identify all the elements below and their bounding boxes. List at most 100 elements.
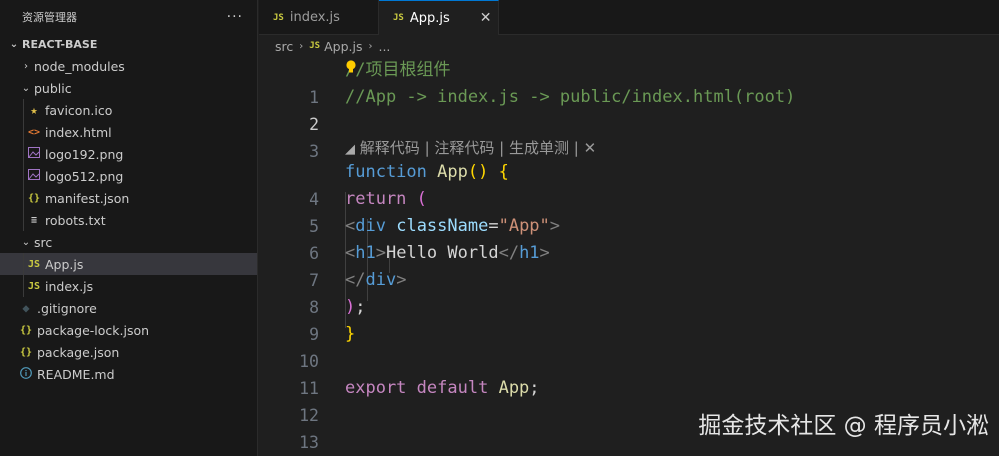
code-line: 10 [259,321,319,371]
comment-line-2: //App -> index.js -> public/index.html(r… [345,87,796,107]
comment-code-button[interactable]: 注释代码 [434,139,494,157]
line-number: 13 [299,433,319,452]
tree-item-label: README.md [37,366,115,382]
html-icon: <> [27,126,41,138]
json-icon: {} [27,192,41,204]
code-content: ); [345,297,366,317]
code-line: 9 [259,294,319,344]
code-editor[interactable]: 1 //项目根组件 2 //App -> index.js -> public/… [259,57,999,456]
code-line: 13 [259,402,319,452]
tree-item-public[interactable]: ⌄ public [0,77,257,99]
tree-item-label: public [34,80,72,96]
tree-item-index-js[interactable]: JS index.js [0,275,257,297]
tree-item-src[interactable]: ⌄ src [0,231,257,253]
code-function-name: App [437,162,468,182]
code-keyword: function [345,162,427,182]
tree-item-label: src [34,234,53,250]
ai-assistant-icon: ◢ [345,142,355,157]
breadcrumb: src › JS App.js › ... [259,35,999,57]
tree-item-logo192[interactable]: logo192.png [0,143,257,165]
js-icon: JS [27,280,41,292]
lens-separator: | [494,139,509,157]
chevron-right-icon: › [24,60,28,72]
lightbulb-icon[interactable] [345,59,357,75]
chevron-down-icon: ⌄ [21,82,31,94]
more-actions-icon[interactable]: ··· [227,9,243,25]
git-icon: ◆ [22,301,30,315]
json-icon: {} [19,324,33,336]
code-line: 6 [259,213,319,263]
code-line: 12 [259,375,319,425]
workspace-section-header[interactable]: ⌄ REACT-BASE [0,33,257,55]
code-content: } [345,324,356,344]
tree-item-label: index.html [45,124,112,140]
code-line: 2 [259,84,319,134]
tree-item-label: logo512.png [45,168,124,184]
chevron-down-icon: ⌄ [9,38,19,50]
tree-item-label: manifest.json [45,190,130,206]
lens-separator: | [569,139,584,157]
code-tag: div [365,270,397,290]
chevron-down-icon: ⌄ [21,236,31,248]
chevron-right-icon: › [368,40,373,52]
tree-item-label: package-lock.json [37,322,150,338]
tree-item-logo512[interactable]: logo512.png [0,165,257,187]
breadcrumb-symbol[interactable]: ... [378,39,390,54]
tree-item-package-json[interactable]: {} package.json [0,341,257,363]
close-icon[interactable]: ✕ [584,139,597,157]
tree-item-label: logo192.png [45,146,124,162]
code-tag: h1 [355,243,376,263]
tree-item-label: .gitignore [37,300,97,316]
code-attribute: className [396,216,489,236]
js-icon: JS [273,12,284,23]
tree-item-gitignore[interactable]: ◆ .gitignore [0,297,257,319]
js-icon: JS [309,41,321,51]
tree-item-index-html[interactable]: <> index.html [0,121,257,143]
explain-code-button[interactable]: 解释代码 [360,139,420,157]
tree-item-label: App.js [45,256,84,272]
code-tag: h1 [519,243,540,263]
info-icon [18,366,34,382]
generate-test-button[interactable]: 生成单测 [509,139,569,157]
code-line: 7 [259,240,319,290]
code-line: 3 [259,111,319,161]
code-line: 4 [259,159,319,209]
explorer-title: 资源管理器 [22,10,77,24]
comment-line-1: //项目根组件 [345,60,451,80]
code-content: <div className="App"> [345,216,561,236]
code-content: <h1>Hello World</h1> [345,243,550,263]
image-icon [26,169,42,183]
code-tag: div [355,216,386,236]
tree-item-label: index.js [45,278,94,294]
code-content: function App() { [345,162,509,182]
tree-item-package-lock[interactable]: {} package-lock.json [0,319,257,341]
chevron-right-icon: › [299,40,304,52]
close-icon[interactable]: ✕ [480,10,492,26]
lens-separator: | [419,139,435,157]
tree-item-node-modules[interactable]: › node_modules [0,55,257,77]
tree-item-app-js[interactable]: JS App.js [0,253,257,275]
tree-item-label: package.json [37,344,120,360]
text-file-icon: ≡ [30,214,38,226]
breadcrumb-file[interactable]: App.js [324,39,362,54]
tab-index-js[interactable]: JS index.js [259,0,379,35]
code-content: return ( [345,189,427,209]
indent-guide [23,99,24,231]
watermark: 掘金技术社区 @ 程序员小淞 [698,413,989,439]
tab-app-js[interactable]: JS App.js ✕ [379,0,499,35]
ai-codelens: ◢ 解释代码 | 注释代码 | 生成单测 | ✕ [345,137,596,159]
code-content: </div> [345,270,407,290]
star-icon: ★ [30,103,38,117]
tree-item-favicon[interactable]: ★ favicon.ico [0,99,257,121]
js-icon: JS [27,258,41,270]
js-icon: JS [393,13,404,23]
code-identifier: App [498,378,530,398]
breadcrumb-folder[interactable]: src [275,39,293,54]
tree-item-robots[interactable]: ≡ robots.txt [0,209,257,231]
tree-item-label: robots.txt [45,212,106,228]
code-keyword: default [416,378,489,398]
code-line: 11 [259,348,319,398]
tree-item-manifest[interactable]: {} manifest.json [0,187,257,209]
indent-guide [23,253,24,297]
tree-item-readme[interactable]: README.md [0,363,257,385]
